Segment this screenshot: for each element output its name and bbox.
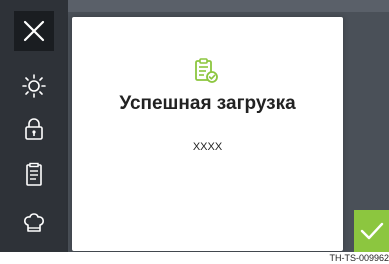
dialog-icon-wrapper (191, 56, 221, 86)
confirm-button[interactable] (354, 210, 389, 252)
brightness-button[interactable] (14, 66, 54, 106)
lock-icon (25, 118, 43, 140)
content-header-strip (68, 0, 389, 12)
brightness-icon (22, 74, 46, 98)
clipboard-check-icon (195, 58, 218, 83)
sidebar (0, 0, 68, 252)
device-screen: Успешная загрузка XXXX (0, 0, 389, 252)
dialog-title: Успешная загрузка (119, 93, 296, 114)
document-button[interactable] (14, 155, 54, 195)
lock-button[interactable] (14, 109, 54, 149)
close-button[interactable] (14, 11, 54, 51)
document-icon (26, 162, 42, 186)
close-icon (23, 20, 45, 42)
upload-success-dialog: Успешная загрузка XXXX (72, 17, 343, 251)
checkmark-icon (360, 222, 383, 240)
dialog-value: XXXX (192, 141, 223, 153)
image-caption: TH-TS-009962 (329, 253, 389, 263)
chef-button[interactable] (14, 203, 54, 243)
chef-hat-icon (24, 213, 44, 232)
